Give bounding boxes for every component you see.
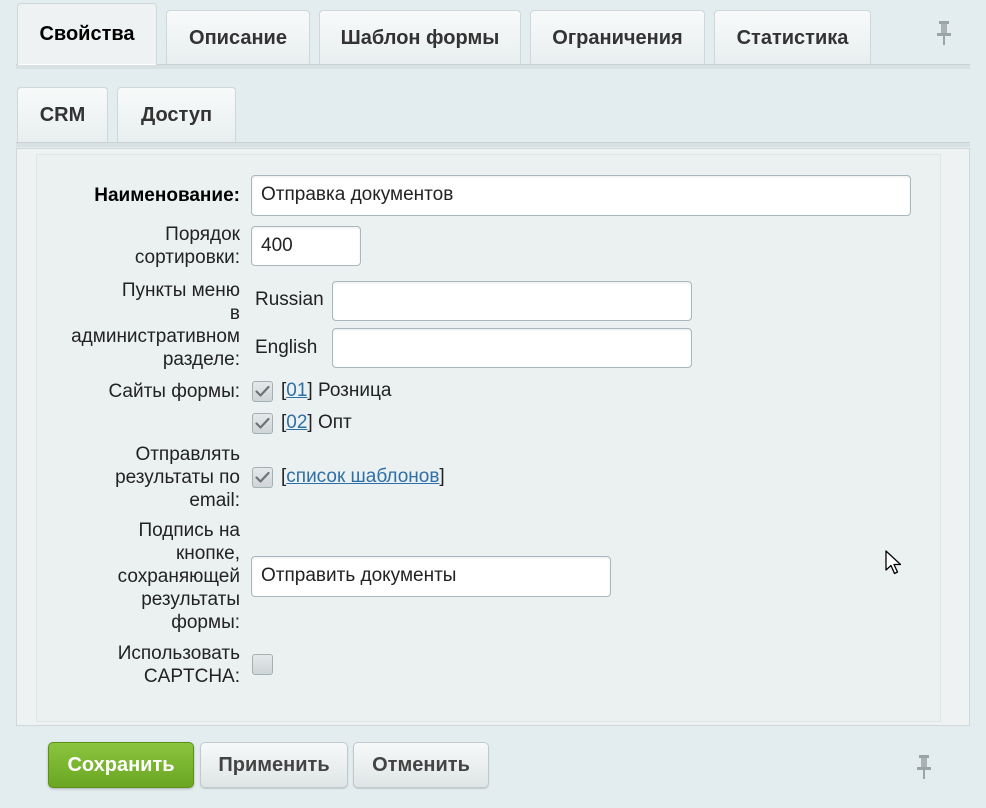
site-01-checkbox[interactable] (252, 381, 273, 402)
name-label: Наименование: (94, 185, 240, 206)
apply-button-label: Применить (218, 753, 330, 776)
apply-button[interactable]: Применить (200, 742, 348, 788)
tab-label: Доступ (140, 104, 213, 126)
mouse-cursor-icon (885, 550, 903, 581)
tab-label: Шаблон формы (340, 26, 500, 49)
bracket-close: ] (307, 380, 313, 401)
sort-label: Порядок сортировки: (134, 224, 240, 268)
menu-items-label: Пункты меню в административном разделе: (71, 280, 240, 370)
site-01-text: [01] Розница (281, 380, 391, 402)
tab-statistics[interactable]: Статистика (714, 10, 871, 65)
button-caption-input[interactable]: Отправить документы (251, 556, 611, 597)
tab-access[interactable]: Доступ (117, 87, 236, 143)
menu-item-english-input[interactable] (332, 328, 692, 368)
pin-icon[interactable] (913, 752, 935, 782)
tab-label: Статистика (736, 26, 849, 49)
tab-description[interactable]: Описание (166, 10, 310, 65)
site-02-name: Опт (317, 412, 352, 433)
template-list-link[interactable]: список шаблонов (286, 466, 439, 487)
tab-crm[interactable]: CRM (17, 87, 108, 143)
tab-label: Ограничения (552, 26, 683, 49)
save-button[interactable]: Сохранить (48, 742, 194, 788)
save-button-label: Сохранить (67, 753, 175, 776)
site-01-name: Розница (317, 380, 392, 401)
sort-input[interactable]: 400 (251, 226, 361, 266)
menu-item-russian-input[interactable] (332, 281, 692, 321)
tab-label: Описание (189, 26, 287, 49)
send-email-checkbox[interactable] (252, 467, 273, 488)
checkmark-icon (255, 471, 270, 483)
pin-icon[interactable] (933, 18, 955, 48)
site-01-link[interactable]: 01 (286, 380, 307, 401)
tab-divider (16, 64, 970, 69)
tab-form-template[interactable]: Шаблон формы (319, 10, 521, 65)
captcha-label: Использовать CAPTCHA: (117, 643, 240, 687)
tab-label: CRM (39, 104, 86, 126)
name-input[interactable]: Отправка документов (251, 175, 911, 216)
checkmark-icon (255, 385, 270, 397)
bracket-close: ] (307, 412, 313, 433)
send-email-label: Отправлять результаты по email: (115, 444, 240, 511)
tab-restrictions[interactable]: Ограничения (530, 10, 705, 65)
site-02-text: [02] Опт (281, 412, 352, 434)
cancel-button-label: Отменить (372, 753, 470, 776)
button-caption-label: Подпись на кнопке, сохраняющей результат… (117, 520, 240, 633)
tab-properties[interactable]: Свойства (17, 3, 157, 65)
captcha-checkbox[interactable] (252, 654, 273, 675)
lang-label-russian: Russian (255, 289, 324, 310)
checkmark-icon (255, 417, 270, 429)
sites-label: Сайты формы: (108, 381, 240, 402)
tab-label: Свойства (39, 23, 135, 45)
bracket-close: ] (439, 466, 445, 487)
site-02-checkbox[interactable] (252, 413, 273, 434)
lang-label-english: English (255, 337, 318, 358)
site-02-link[interactable]: 02 (286, 412, 307, 433)
cancel-button[interactable]: Отменить (353, 742, 489, 788)
template-list-text: [список шаблонов] (281, 466, 445, 488)
tab-divider (16, 142, 970, 147)
